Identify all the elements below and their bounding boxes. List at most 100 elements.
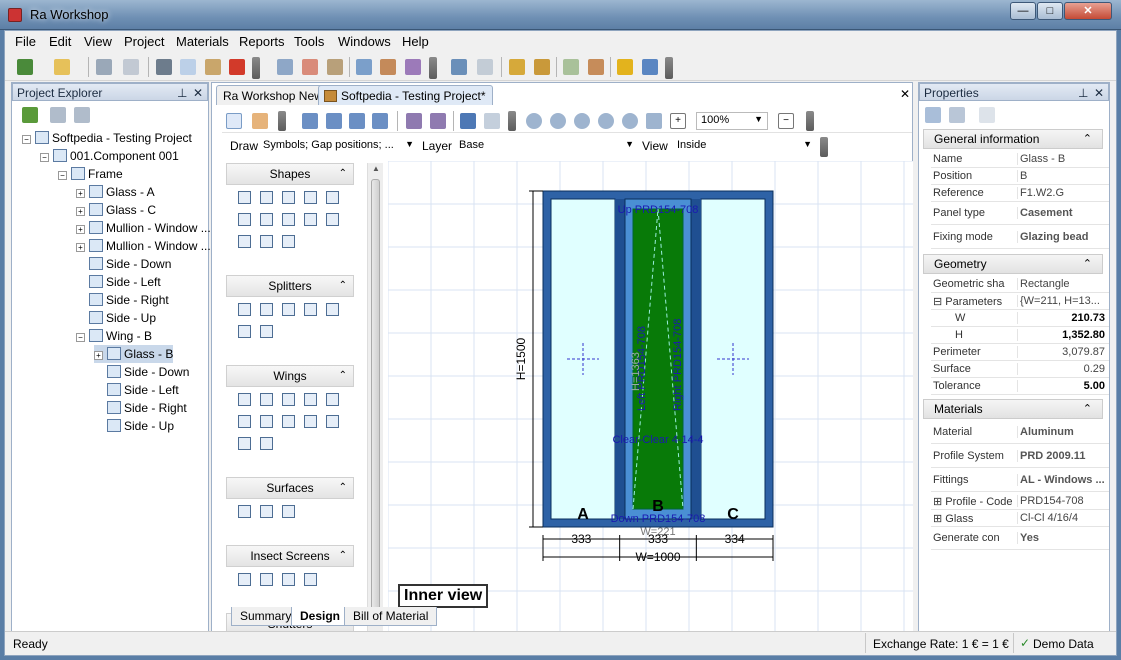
- plugin-icon[interactable]: [642, 59, 658, 75]
- toolbar-grip[interactable]: [508, 111, 516, 131]
- palette-item-icon[interactable]: [282, 393, 295, 406]
- property-value[interactable]: 0.29: [1017, 363, 1109, 375]
- palette-item-icon[interactable]: [238, 213, 251, 226]
- split-icon[interactable]: [372, 113, 388, 129]
- palette-item-icon[interactable]: [304, 415, 317, 428]
- zoom-plus-icon[interactable]: +: [670, 113, 686, 129]
- toolbar-grip[interactable]: [278, 111, 286, 131]
- palette-item-icon[interactable]: [260, 325, 273, 338]
- pointer-icon[interactable]: [226, 113, 242, 129]
- property-row[interactable]: Geometric sha Rectangle: [931, 276, 1109, 293]
- tree-item[interactable]: Side - Down: [76, 255, 171, 273]
- tree-item[interactable]: Side - Right: [94, 399, 187, 417]
- property-value[interactable]: PRD 2009.11: [1017, 450, 1109, 462]
- tree-view-icon[interactable]: [74, 107, 90, 123]
- palette-item-icon[interactable]: [260, 415, 273, 428]
- close-button[interactable]: ✕: [1064, 2, 1112, 20]
- palette-item-icon[interactable]: [282, 303, 295, 316]
- palette-item-icon[interactable]: [326, 393, 339, 406]
- palette-group-surfaces[interactable]: Surfaces ⌃: [226, 477, 354, 499]
- expand-toggle-icon[interactable]: −: [22, 135, 31, 144]
- palette-item-icon[interactable]: [260, 393, 273, 406]
- palette-item-icon[interactable]: [326, 303, 339, 316]
- property-pages-icon[interactable]: [979, 107, 995, 123]
- palette-item-icon[interactable]: [260, 235, 273, 248]
- palette-item-icon[interactable]: [304, 393, 317, 406]
- menu-edit[interactable]: Edit: [49, 34, 71, 49]
- scroll-up-icon[interactable]: ▲: [372, 164, 380, 173]
- paste-icon[interactable]: [205, 59, 221, 75]
- palette-group-insect-screens[interactable]: Insect Screens ⌃: [226, 545, 354, 567]
- layer-select[interactable]: Base ▼: [456, 137, 636, 155]
- menu-project[interactable]: Project: [124, 34, 164, 49]
- property-value[interactable]: {W=211, H=13...: [1017, 295, 1109, 307]
- collapse-icon[interactable]: ⌃: [339, 546, 347, 566]
- collapse-icon[interactable]: ⌃: [339, 276, 347, 296]
- toolbar-grip[interactable]: [806, 111, 814, 131]
- palette-item-icon[interactable]: [238, 325, 251, 338]
- palette-item-icon[interactable]: [282, 573, 295, 586]
- collapse-icon[interactable]: ⌃: [1083, 400, 1092, 418]
- menu-tools[interactable]: Tools: [294, 34, 324, 49]
- toolbar-grip[interactable]: [252, 57, 260, 79]
- calculate-icon[interactable]: [588, 59, 604, 75]
- property-value[interactable]: Glazing bead: [1017, 231, 1109, 243]
- property-row[interactable]: Fittings AL - Windows ...: [931, 469, 1109, 492]
- grid-icon[interactable]: [349, 113, 365, 129]
- tree-item[interactable]: − 001.Component 001: [40, 147, 179, 165]
- open-folder-icon[interactable]: [54, 59, 70, 75]
- palette-item-icon[interactable]: [238, 235, 251, 248]
- expand-toggle-icon[interactable]: −: [76, 333, 85, 342]
- cut-icon[interactable]: [156, 59, 172, 75]
- property-value[interactable]: Glass - B: [1017, 153, 1109, 165]
- material-icon[interactable]: [563, 59, 579, 75]
- refresh-icon[interactable]: [22, 107, 38, 123]
- palette-item-icon[interactable]: [260, 505, 273, 518]
- property-row[interactable]: Fixing mode Glazing bead: [931, 226, 1109, 249]
- palette-item-icon[interactable]: [260, 213, 273, 226]
- pin-icon[interactable]: ⊥: [1078, 86, 1088, 100]
- property-row[interactable]: Perimeter 3,079.87: [931, 344, 1109, 361]
- collapse-icon[interactable]: ⌃: [1083, 130, 1092, 148]
- view-select[interactable]: Inside ▼: [674, 137, 814, 155]
- window-icon[interactable]: [356, 59, 372, 75]
- new-project-icon[interactable]: [17, 59, 33, 75]
- report-icon[interactable]: [380, 59, 396, 75]
- settings-icon[interactable]: [477, 59, 493, 75]
- tree-item[interactable]: − Frame: [58, 165, 123, 183]
- list-view-icon[interactable]: [50, 107, 66, 123]
- property-row[interactable]: W 210.73: [931, 310, 1109, 327]
- remove-icon[interactable]: [302, 59, 318, 75]
- zoom-select[interactable]: 100% ▼: [696, 112, 768, 130]
- palette-item-icon[interactable]: [326, 213, 339, 226]
- undo-icon[interactable]: [460, 113, 476, 129]
- tree-item[interactable]: Side - Up: [76, 309, 156, 327]
- distribute-icon[interactable]: [326, 113, 342, 129]
- property-row[interactable]: Tolerance 5.00: [931, 378, 1109, 395]
- window-drawing[interactable]: Up PRD154-708Clear-Clear 4-14-4Down PRD1…: [388, 161, 913, 639]
- tree-item[interactable]: − Softpedia - Testing Project: [22, 129, 192, 147]
- copy-icon[interactable]: [180, 59, 196, 75]
- property-group[interactable]: Materials ⌃: [923, 399, 1103, 419]
- maximize-button[interactable]: □: [1037, 2, 1063, 20]
- palette-item-icon[interactable]: [304, 191, 317, 204]
- tree-item[interactable]: Side - Left: [76, 273, 161, 291]
- palette-group-splitters[interactable]: Splitters ⌃: [226, 275, 354, 297]
- align-icon[interactable]: [302, 113, 318, 129]
- scroll-thumb[interactable]: [371, 179, 380, 619]
- hand-icon[interactable]: [252, 113, 268, 129]
- palette-item-icon[interactable]: [304, 213, 317, 226]
- tree-item[interactable]: Side - Right: [76, 291, 169, 309]
- palette-item-icon[interactable]: [326, 191, 339, 204]
- tree-item[interactable]: Side - Down: [94, 363, 189, 381]
- property-value[interactable]: Casement: [1017, 207, 1109, 219]
- collapse-icon[interactable]: ⌃: [339, 478, 347, 498]
- palette-item-icon[interactable]: [238, 573, 251, 586]
- tree-item[interactable]: + Glass - C: [76, 201, 156, 219]
- expand-toggle-icon[interactable]: +: [76, 225, 85, 234]
- property-value[interactable]: Rectangle: [1017, 278, 1109, 290]
- expand-toggle-icon[interactable]: −: [40, 153, 49, 162]
- property-value[interactable]: PRD154-708: [1017, 495, 1109, 507]
- property-value[interactable]: Aluminum: [1017, 426, 1109, 438]
- palette-item-icon[interactable]: [282, 505, 295, 518]
